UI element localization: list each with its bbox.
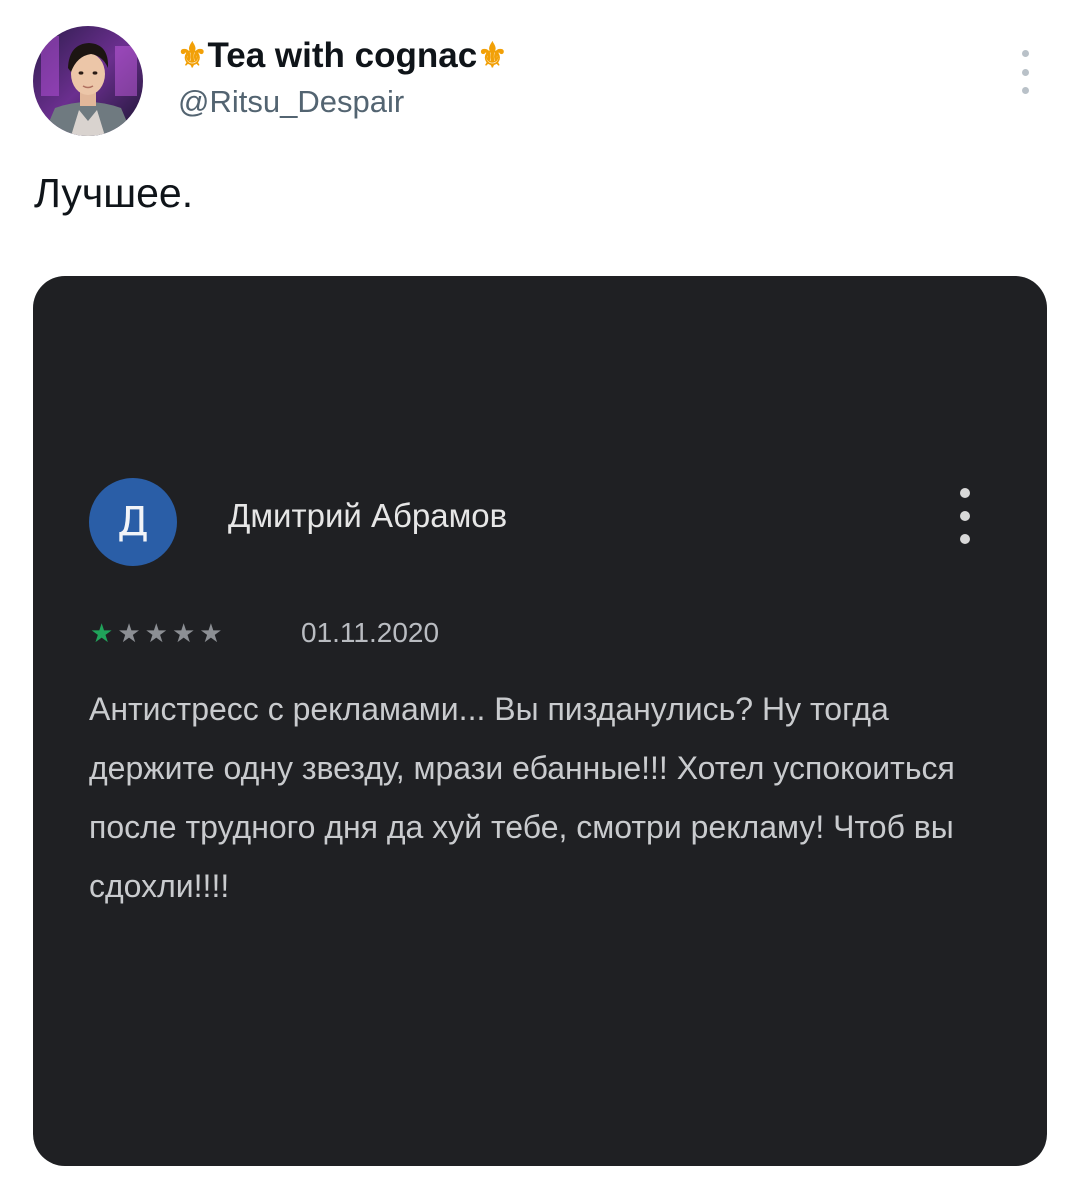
star-icon: ★ xyxy=(171,618,196,648)
more-vertical-icon xyxy=(957,488,973,544)
reviewer-name: Дмитрий Абрамов xyxy=(228,497,508,534)
fleur-de-lis-icon: ⚜ xyxy=(477,37,508,75)
user-handle[interactable]: @Ritsu_Despair xyxy=(178,84,404,120)
review-date: 01.11.2020 xyxy=(301,617,440,648)
reviewer-avatar: Д xyxy=(89,478,177,566)
star-rating: ★ ★ ★ ★ ★ xyxy=(90,618,223,649)
star-icon: ★ xyxy=(117,618,141,648)
review-text: Антистресс с рекламами... Вы пизданулись… xyxy=(89,691,955,904)
fleur-de-lis-icon: ⚜ xyxy=(177,37,208,75)
tweet-text: Лучшее. xyxy=(34,170,194,216)
display-name-text: Tea with cognac xyxy=(207,36,478,75)
star-icon: ★ xyxy=(90,618,114,648)
tweet-media[interactable]: Д Дмитрий Абрамов ★ ★ ★ ★ ★ 01.11.2020 А… xyxy=(33,276,1047,1166)
star-icon: ★ xyxy=(144,618,168,648)
avatar-image xyxy=(33,26,143,136)
profile-avatar[interactable] xyxy=(33,26,143,136)
display-name[interactable]: ⚜ Tea with cognac ⚜ xyxy=(177,36,508,76)
reviewer-avatar-letter: Д xyxy=(117,499,149,545)
star-icon: ★ xyxy=(199,618,223,648)
more-vertical-icon[interactable] xyxy=(1015,50,1035,94)
